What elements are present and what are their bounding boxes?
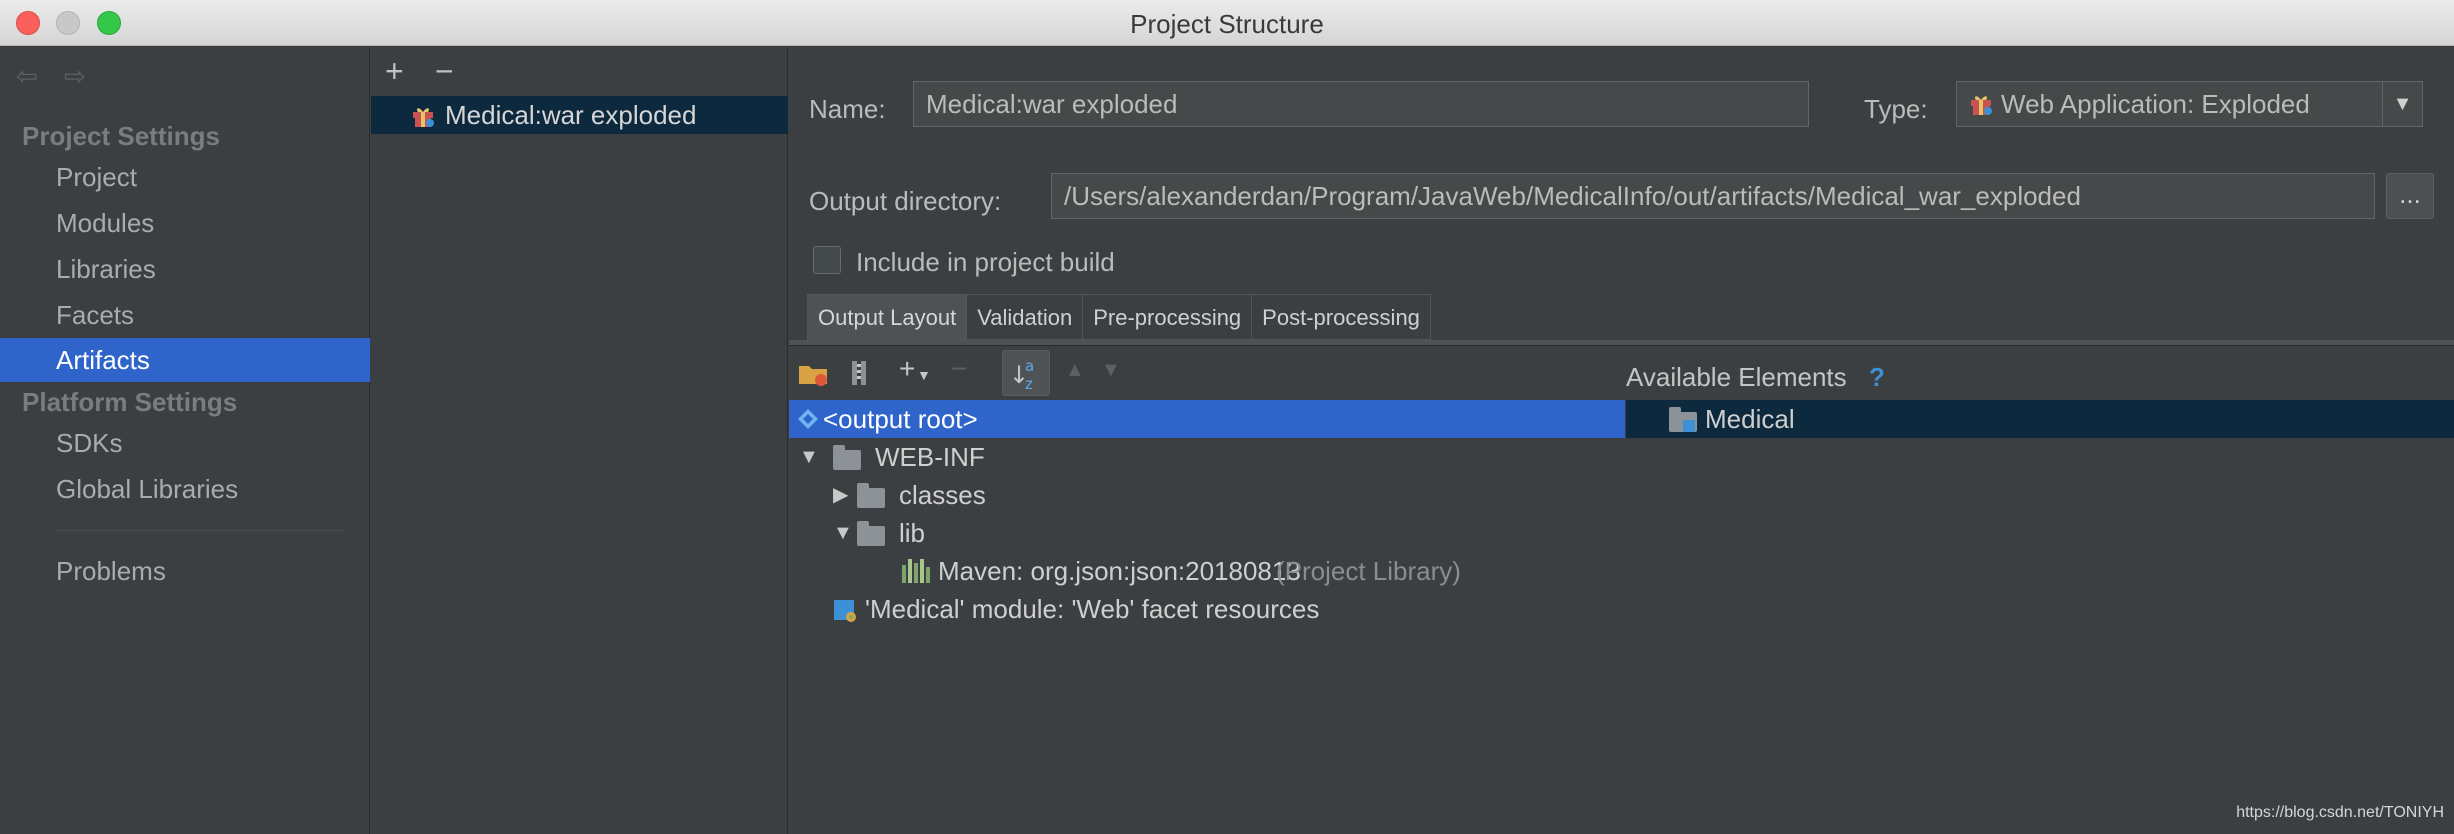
gift-icon: [413, 108, 434, 127]
chevron-down-icon[interactable]: ▼: [2382, 82, 2422, 126]
sidebar-item-artifacts[interactable]: Artifacts: [0, 338, 370, 382]
artifact-item-label: Medical:war exploded: [445, 100, 697, 130]
forward-arrow-icon[interactable]: ⇨: [64, 61, 94, 92]
include-in-build-checkbox[interactable]: [813, 246, 841, 274]
tab-post-processing[interactable]: Post-processing: [1252, 294, 1431, 340]
type-value: Web Application: Exploded: [2001, 89, 2310, 119]
tab-bar: Output Layout Validation Pre-processing …: [807, 294, 1431, 340]
tab-validation[interactable]: Validation: [967, 294, 1084, 340]
sort-az-icon: ↓ a z: [1009, 357, 1034, 393]
name-label: Name:: [809, 94, 886, 124]
project-settings-header: Project Settings: [22, 121, 220, 151]
caret-down-icon[interactable]: ▼: [799, 438, 819, 476]
sidebar-item-project[interactable]: Project: [0, 155, 370, 199]
add-element-button[interactable]: +: [899, 353, 915, 393]
svg-text:z: z: [1025, 375, 1033, 393]
help-icon[interactable]: ?: [1869, 362, 1885, 393]
back-arrow-icon[interactable]: ⇦: [16, 61, 46, 92]
output-directory-label: Output directory:: [809, 186, 1002, 216]
include-in-build-label[interactable]: Include in project build: [856, 247, 1115, 278]
tab-pre-processing[interactable]: Pre-processing: [1083, 294, 1253, 340]
folder-icon: [857, 521, 885, 546]
output-directory-field[interactable]: /Users/alexanderdan/Program/JavaWeb/Medi…: [1051, 173, 2375, 219]
available-item-label: Medical: [1705, 404, 1795, 434]
folder-icon: [833, 445, 861, 470]
move-down-icon[interactable]: ▼: [1101, 359, 1121, 399]
sidebar-item-modules[interactable]: Modules: [0, 201, 370, 245]
artifacts-list-panel: + − Medical:war exploded: [371, 47, 788, 834]
caret-right-icon[interactable]: ▶: [833, 476, 848, 514]
web-inf-label: WEB-INF: [875, 442, 985, 472]
tree-row-maven-library[interactable]: Maven: org.json:json:20180813 (Project L…: [902, 552, 1462, 590]
type-combobox[interactable]: Web Application: Exploded ▼: [1956, 81, 2423, 127]
lib-label: lib: [899, 518, 926, 548]
sidebar-divider: [56, 530, 346, 531]
web-facet-icon: [834, 600, 856, 622]
available-elements-header: Available Elements: [1626, 362, 1847, 392]
browse-button[interactable]: ...: [2386, 173, 2434, 219]
window-title: Project Structure: [1130, 9, 1324, 39]
sidebar-item-global-libraries[interactable]: Global Libraries: [0, 467, 370, 511]
type-label: Type:: [1864, 94, 1928, 124]
remove-artifact-button[interactable]: −: [435, 53, 471, 90]
platform-settings-header: Platform Settings: [22, 387, 238, 417]
artifact-name-field[interactable]: Medical:war exploded: [913, 81, 1809, 127]
sidebar-item-facets[interactable]: Facets: [0, 293, 370, 337]
gift-icon: [1971, 96, 1992, 115]
settings-sidebar: ⇦ ⇨ Project Settings Project Modules Libr…: [0, 47, 370, 834]
nav-arrows: ⇦ ⇨: [16, 61, 112, 91]
watermark: https://blog.csdn.net/TONIYH: [2236, 804, 2444, 821]
module-badge-icon: [1683, 420, 1695, 432]
project-structure-window: Project Structure ⇦ ⇨ Project Settings Pr…: [0, 0, 2454, 834]
artifact-config-panel: Name: Medical:war exploded Type: Web App…: [789, 47, 2454, 834]
svg-text:a: a: [1025, 357, 1034, 375]
sidebar-item-problems[interactable]: Problems: [0, 549, 370, 593]
tree-row-output-root[interactable]: <output root>: [797, 400, 978, 438]
artifact-item[interactable]: Medical:war exploded: [371, 96, 788, 134]
remove-element-button[interactable]: −: [951, 353, 967, 393]
output-root-icon: [798, 409, 818, 429]
maven-library-suffix: (Project Library): [1276, 556, 1461, 586]
archive-icon[interactable]: [847, 353, 873, 393]
folder-icon: [857, 483, 885, 508]
caret-down-icon[interactable]: ▼: [833, 514, 853, 552]
artifacts-toolbar: + −: [385, 53, 485, 89]
sidebar-item-libraries[interactable]: Libraries: [0, 247, 370, 291]
library-icon: [902, 559, 930, 583]
output-root-label: <output root>: [823, 404, 978, 434]
title-bar: Project Structure: [0, 0, 2454, 46]
sidebar-item-sdks[interactable]: SDKs: [0, 421, 370, 465]
tab-output-layout[interactable]: Output Layout: [807, 294, 968, 340]
add-artifact-button[interactable]: +: [385, 53, 421, 90]
move-up-icon[interactable]: ▲: [1065, 359, 1085, 399]
module-resources-label: 'Medical' module: 'Web' facet resources: [865, 594, 1320, 624]
classes-label: classes: [899, 480, 986, 510]
create-directory-icon[interactable]: [797, 353, 831, 393]
tab-content-divider: [789, 340, 2454, 346]
sort-alphabetically-button[interactable]: ↓ a z: [1002, 350, 1050, 396]
maven-library-label: Maven: org.json:json:20180813: [938, 556, 1301, 586]
